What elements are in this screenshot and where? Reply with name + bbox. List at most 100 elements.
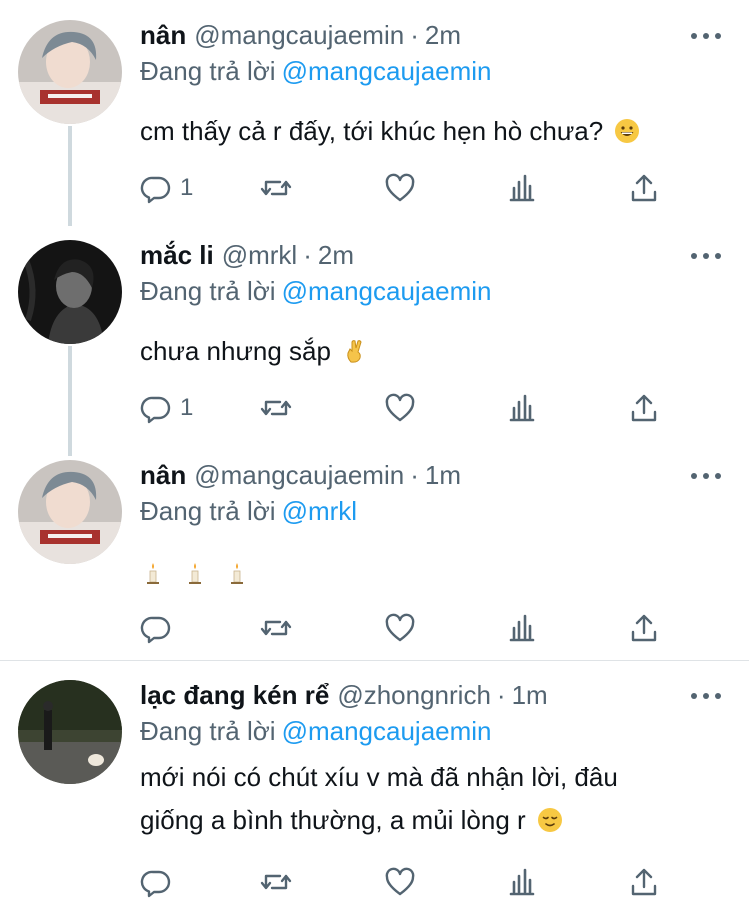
- timestamp[interactable]: 1m: [425, 460, 461, 491]
- author-name[interactable]: nân: [140, 460, 186, 491]
- candle-emoji: [231, 563, 243, 584]
- crossed-fingers-emoji: [347, 340, 362, 363]
- replying-to: Đang trả lời @mangcaujaemin: [140, 56, 492, 87]
- retweet-button[interactable]: [260, 170, 292, 206]
- reply-icon: [140, 616, 171, 644]
- author-handle[interactable]: @mrkl: [222, 240, 298, 271]
- mention-link[interactable]: @mangcaujaemin: [282, 56, 492, 86]
- candle-emoji: [147, 563, 159, 584]
- share-button[interactable]: [628, 390, 660, 426]
- replying-to-label: Đang trả lời: [140, 276, 276, 306]
- author-name[interactable]: nân: [140, 20, 186, 51]
- retweet-icon: [260, 400, 292, 416]
- like-button[interactable]: [384, 390, 416, 426]
- retweet-button[interactable]: [260, 610, 292, 646]
- analytics-button[interactable]: [506, 864, 538, 900]
- tweet[interactable]: nân @mangcaujaemin · 1m Đang trả lời @mrk…: [0, 460, 749, 650]
- retweet-icon: [260, 180, 292, 196]
- timestamp[interactable]: 2m: [318, 240, 354, 271]
- tweet-text: [140, 552, 719, 595]
- analytics-button[interactable]: [506, 390, 538, 426]
- replying-to-label: Đang trả lời: [140, 496, 276, 526]
- timestamp[interactable]: 2m: [425, 20, 461, 51]
- reply-button[interactable]: [140, 610, 172, 646]
- separator-dot: ·: [410, 460, 419, 490]
- like-icon: [385, 393, 415, 422]
- replying-to-label: Đang trả lời: [140, 56, 276, 86]
- more-icon[interactable]: [691, 466, 721, 486]
- timestamp[interactable]: 1m: [512, 680, 548, 711]
- reply-button[interactable]: 1: [140, 170, 193, 206]
- action-bar: 1: [140, 170, 680, 206]
- retweet-icon: [260, 874, 292, 890]
- tweet-text: chưa nhưng sắp: [140, 330, 719, 373]
- like-button[interactable]: [384, 864, 416, 900]
- author-handle[interactable]: @zhongnrich: [337, 680, 491, 711]
- replying-to: Đang trả lời @mrkl: [140, 496, 357, 527]
- share-button[interactable]: [628, 610, 660, 646]
- share-icon: [631, 614, 657, 642]
- avatar[interactable]: [18, 20, 122, 124]
- mention-link[interactable]: @mangcaujaemin: [282, 716, 492, 746]
- share-button[interactable]: [628, 170, 660, 206]
- separator-dot: ·: [410, 20, 419, 50]
- candle-emoji: [189, 563, 201, 584]
- share-icon: [631, 868, 657, 896]
- reply-button[interactable]: [140, 864, 172, 900]
- reply-icon: [140, 870, 171, 898]
- share-icon: [631, 174, 657, 202]
- replying-to: Đang trả lời @mangcaujaemin: [140, 716, 492, 747]
- tweet[interactable]: lạc đang kén rể @zhongnrich · 1m Đang tr…: [0, 680, 749, 910]
- analytics-icon: [509, 868, 535, 896]
- reply-button[interactable]: 1: [140, 390, 193, 426]
- retweet-button[interactable]: [260, 864, 292, 900]
- author-name[interactable]: mắc li: [140, 240, 214, 271]
- share-button[interactable]: [628, 864, 660, 900]
- tweet-text-content: chưa nhưng sắp: [140, 336, 331, 366]
- tweet-text: cm thấy cả r đấy, tới khúc hẹn hò chưa?: [140, 110, 719, 153]
- tweet-text: mới nói có chút xíu v mà đã nhận lời, đâ…: [140, 756, 719, 842]
- author-handle[interactable]: @mangcaujaemin: [194, 460, 404, 491]
- analytics-button[interactable]: [506, 610, 538, 646]
- reply-count: 1: [180, 394, 194, 421]
- share-icon: [631, 394, 657, 422]
- tweet[interactable]: nân @mangcaujaemin · 2m Đang trả lời @man…: [0, 20, 749, 220]
- analytics-icon: [509, 394, 535, 422]
- like-button[interactable]: [384, 610, 416, 646]
- mention-link[interactable]: @mangcaujaemin: [282, 276, 492, 306]
- action-bar: 1: [140, 390, 680, 426]
- tweet[interactable]: mắc li @mrkl · 2m Đang trả lời @mangcauja…: [0, 240, 749, 440]
- tweet-text-content: cm thấy cả r đấy, tới khúc hẹn hò chưa?: [140, 116, 604, 146]
- replying-to: Đang trả lời @mangcaujaemin: [140, 276, 492, 307]
- separator-dot: ·: [496, 680, 506, 710]
- like-button[interactable]: [384, 170, 416, 206]
- author-name[interactable]: lạc đang kén rể: [140, 680, 329, 711]
- more-icon[interactable]: [691, 26, 721, 46]
- analytics-icon: [509, 614, 535, 642]
- avatar[interactable]: [18, 460, 122, 564]
- tweet-text-line: mới nói có chút xíu v mà đã nhận lời, đâ…: [140, 762, 618, 792]
- like-icon: [385, 173, 415, 202]
- more-icon[interactable]: [691, 686, 721, 706]
- reply-count: 1: [180, 174, 194, 201]
- divider: [0, 660, 749, 661]
- more-icon[interactable]: [691, 246, 721, 266]
- avatar[interactable]: [18, 240, 122, 344]
- avatar[interactable]: [18, 680, 122, 784]
- analytics-icon: [509, 174, 535, 202]
- mention-link[interactable]: @mrkl: [282, 496, 358, 526]
- retweet-icon: [260, 620, 292, 636]
- retweet-button[interactable]: [260, 390, 292, 426]
- relieved-face-emoji: [537, 808, 562, 832]
- like-icon: [385, 613, 415, 642]
- author-handle[interactable]: @mangcaujaemin: [194, 20, 404, 51]
- action-bar: [140, 610, 680, 646]
- like-icon: [385, 867, 415, 896]
- replying-to-label: Đang trả lời: [140, 716, 276, 746]
- reply-icon: [140, 396, 171, 424]
- analytics-button[interactable]: [506, 170, 538, 206]
- tweet-text-line: giống a bình thường, a mủi lòng r: [140, 799, 719, 842]
- action-bar: [140, 864, 680, 900]
- separator-dot: ·: [303, 240, 312, 270]
- reply-icon: [140, 176, 171, 204]
